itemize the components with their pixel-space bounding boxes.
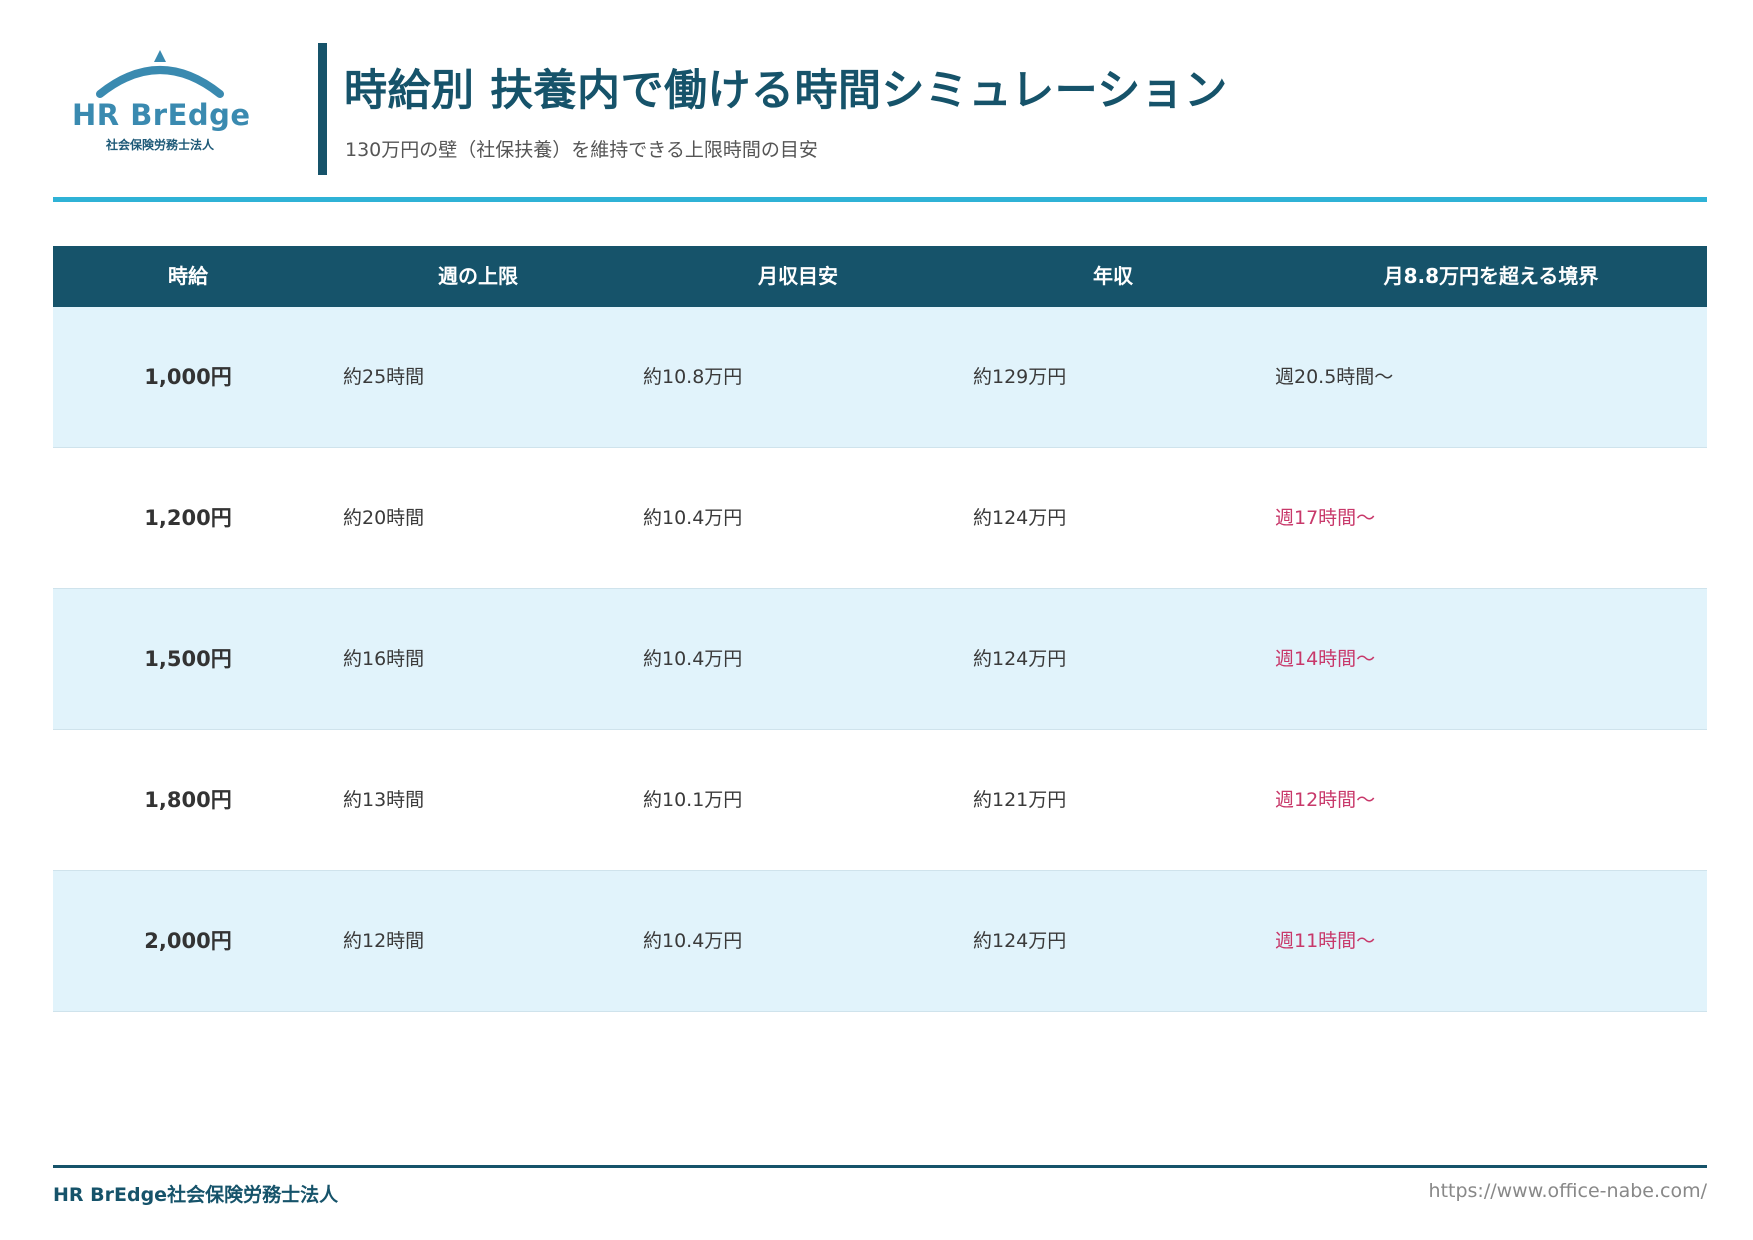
cell-weekly-limit: 約20時間 xyxy=(343,507,425,529)
cell-weekly-limit: 約13時間 xyxy=(343,789,425,811)
wage-simulation-table: 時給 週の上限 月収目安 年収 月8.8万円を超える境界 1,000円 約25時間… xyxy=(53,246,1707,1012)
cell-annual-income: 約129万円 xyxy=(973,366,1067,388)
cell-monthly-income: 約10.4万円 xyxy=(643,930,743,952)
table-header: 時給 週の上限 月収目安 年収 月8.8万円を超える境界 xyxy=(53,246,1707,307)
page-title: 時給別 扶養内で働ける時間シミュレーション xyxy=(344,66,1228,116)
table-row: 1,200円 約20時間 約10.4万円 約124万円 週17時間〜 xyxy=(53,448,1707,589)
cell-border: 週11時間〜 xyxy=(1275,930,1376,952)
page-subtitle: 130万円の壁（社保扶養）を維持できる上限時間の目安 xyxy=(345,139,818,161)
cell-weekly-limit: 約16時間 xyxy=(343,648,425,670)
cell-wage: 1,800円 xyxy=(144,788,232,812)
cell-border: 週14時間〜 xyxy=(1275,648,1376,670)
column-header-weekly-limit: 週の上限 xyxy=(438,264,518,288)
cell-weekly-limit: 約12時間 xyxy=(343,930,425,952)
column-header-annual-income: 年収 xyxy=(1093,264,1133,288)
cell-wage: 2,000円 xyxy=(144,929,232,953)
cell-annual-income: 約121万円 xyxy=(973,789,1067,811)
cell-annual-income: 約124万円 xyxy=(973,930,1067,952)
title-accent-bar xyxy=(318,43,327,175)
table-body: 1,000円 約25時間 約10.8万円 約129万円 週20.5時間〜 1,200円 約2… xyxy=(53,307,1707,1012)
logo-name: HR BrEdge xyxy=(72,98,251,132)
cell-wage: 1,000円 xyxy=(144,365,232,389)
cell-annual-income: 約124万円 xyxy=(973,507,1067,529)
table-row: 1,500円 約16時間 約10.4万円 約124万円 週14時間〜 xyxy=(53,589,1707,730)
column-header-monthly-income: 月収目安 xyxy=(758,264,838,288)
cell-weekly-limit: 約25時間 xyxy=(343,366,425,388)
footer-url: https://www.office-nabe.com/ xyxy=(1428,1180,1707,1202)
column-header-wage: 時給 xyxy=(168,264,208,288)
table-row: 1,000円 約25時間 約10.8万円 約129万円 週20.5時間〜 xyxy=(53,307,1707,448)
footer-company-name: HR BrEdge社会保険労務士法人 xyxy=(53,1184,339,1206)
cell-border: 週12時間〜 xyxy=(1275,789,1376,811)
cell-border: 週17時間〜 xyxy=(1275,507,1376,529)
cell-annual-income: 約124万円 xyxy=(973,648,1067,670)
cell-monthly-income: 約10.4万円 xyxy=(643,648,743,670)
cell-monthly-income: 約10.4万円 xyxy=(643,507,743,529)
table-row: 1,800円 約13時間 約10.1万円 約121万円 週12時間〜 xyxy=(53,730,1707,871)
logo-subname: 社会保険労務士法人 xyxy=(105,138,214,152)
header-divider xyxy=(53,197,1707,202)
footer-divider xyxy=(53,1165,1707,1168)
company-logo: HR BrEdge 社会保険労務士法人 xyxy=(72,48,251,158)
cell-wage: 1,500円 xyxy=(144,647,232,671)
cell-monthly-income: 約10.8万円 xyxy=(643,366,743,388)
column-header-border: 月8.8万円を超える境界 xyxy=(1383,264,1599,288)
cell-wage: 1,200円 xyxy=(144,506,232,530)
table-row: 2,000円 約12時間 約10.4万円 約124万円 週11時間〜 xyxy=(53,871,1707,1012)
arch-roof-icon xyxy=(96,50,224,98)
cell-monthly-income: 約10.1万円 xyxy=(643,789,743,811)
cell-border: 週20.5時間〜 xyxy=(1275,366,1394,388)
